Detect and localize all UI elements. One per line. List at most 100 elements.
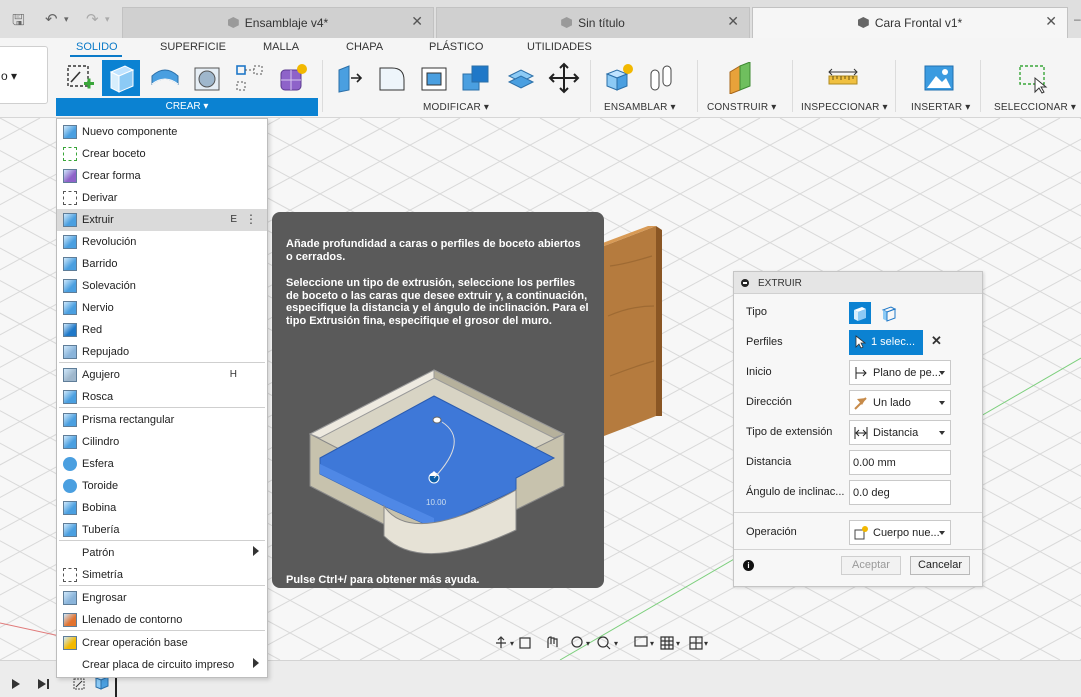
orbit-icon[interactable] (496, 636, 506, 648)
workspace-selector[interactable]: o ▾ (0, 46, 48, 104)
menu-item-crear-forma[interactable]: Crear forma (57, 165, 267, 187)
save-icon[interactable]: 🖫 (12, 10, 25, 35)
menu-item-tubería[interactable]: Tubería (57, 519, 267, 541)
insert-image-icon[interactable] (923, 62, 955, 94)
create-form-icon[interactable] (277, 62, 309, 94)
tab-solido[interactable]: SOLIDO (76, 41, 118, 53)
redo-icon[interactable]: ↷ (86, 10, 99, 28)
menu-item-repujado[interactable]: Repujado (57, 341, 267, 363)
seleccionar-group-label[interactable]: SELECCIONAR ▾ (994, 102, 1076, 113)
fillet-icon[interactable] (376, 62, 408, 94)
press-pull-icon[interactable] (333, 62, 365, 94)
measure-icon[interactable] (827, 62, 859, 94)
construir-group-label[interactable]: CONSTRUIR ▾ (707, 102, 776, 113)
profiles-select-button[interactable]: 1 selec... (849, 330, 923, 355)
skip-end-icon[interactable] (38, 679, 46, 689)
menu-item-toroide[interactable]: Toroide (57, 475, 267, 497)
dialog-header[interactable]: EXTRUIR (734, 272, 982, 294)
move-icon[interactable] (548, 62, 580, 94)
look-at-icon[interactable] (519, 637, 531, 649)
menu-item-llenado-de-contorno[interactable]: Llenado de contorno (57, 609, 267, 631)
close-icon[interactable]: ✕ (727, 13, 739, 30)
menu-item-nuevo-componente[interactable]: Nuevo componente (57, 121, 267, 143)
menu-item-extruir[interactable]: Extruir E ⋮ (57, 209, 267, 231)
inspeccionar-group-label[interactable]: INSPECCIONAR ▾ (801, 102, 888, 113)
fit-icon[interactable] (597, 636, 609, 648)
extrude-type-solid-icon[interactable] (849, 302, 871, 324)
close-icon[interactable]: ✕ (411, 13, 423, 30)
menu-item-prisma-rectangular[interactable]: Prisma rectangular (57, 409, 267, 431)
menu-item-solevación[interactable]: Solevación (57, 275, 267, 297)
select-icon[interactable] (1017, 62, 1049, 94)
modificar-group-label[interactable]: MODIFICAR ▾ (423, 102, 489, 113)
wood-panel-model[interactable] (596, 226, 666, 436)
menu-item-label: Extruir (82, 214, 114, 226)
menu-item-derivar[interactable]: Derivar (57, 187, 267, 209)
joint-icon[interactable] (646, 62, 678, 94)
loft-icon (63, 279, 77, 293)
menu-item-red[interactable]: Red (57, 319, 267, 341)
menu-item-esfera[interactable]: Esfera (57, 453, 267, 475)
tab-utilidades[interactable]: UTILIDADES (527, 41, 592, 53)
inicio-dropdown[interactable]: Plano de pe... (849, 360, 951, 385)
display-settings-icon[interactable] (634, 636, 648, 647)
menu-item-nervio[interactable]: Nervio (57, 297, 267, 319)
viewports-icon[interactable] (689, 636, 703, 650)
close-icon[interactable]: ✕ (1045, 13, 1057, 30)
distancia-input[interactable]: 0.00 mm (849, 450, 951, 475)
tipo-extension-dropdown[interactable]: Distancia (849, 420, 951, 445)
menu-item-bobina[interactable]: Bobina (57, 497, 267, 519)
revolve-icon[interactable] (149, 62, 181, 94)
angulo-input[interactable]: 0.0 deg (849, 480, 951, 505)
crear-group-button[interactable]: CREAR ▾ (56, 98, 318, 116)
tab-plastico[interactable]: PLÁSTICO (429, 41, 483, 53)
redo-dropdown-icon[interactable]: ▾ (105, 14, 110, 25)
ensamblar-group-label[interactable]: ENSAMBLAR ▾ (604, 102, 676, 113)
info-icon[interactable]: i (743, 560, 754, 571)
insertar-group-label[interactable]: INSERTAR ▾ (911, 102, 970, 113)
menu-item-engrosar[interactable]: Engrosar (57, 587, 267, 609)
menu-item-crear-operación-base[interactable]: Crear operación base (57, 632, 267, 654)
menu-item-simetría[interactable]: Simetría (57, 564, 267, 586)
collapse-icon[interactable] (741, 279, 749, 287)
undo-dropdown-icon[interactable]: ▾ (64, 14, 69, 25)
menu-item-label: Rosca (82, 391, 114, 403)
play-icon[interactable] (12, 679, 20, 689)
tab-chapa[interactable]: CHAPA (346, 41, 383, 53)
tab-ensamblaje[interactable]: Ensamblaje v4* ✕ (122, 7, 434, 38)
grid-settings-icon[interactable] (660, 636, 674, 650)
pattern-icon[interactable] (234, 62, 266, 94)
extrude-type-thin-icon[interactable] (878, 302, 900, 324)
menu-item-rosca[interactable]: Rosca (57, 386, 267, 408)
shell-icon[interactable] (418, 62, 450, 94)
offset-plane-icon[interactable] (724, 62, 756, 94)
undo-icon[interactable]: ↶ (45, 10, 58, 28)
ok-button[interactable]: Aceptar (841, 556, 901, 575)
menu-item-cilindro[interactable]: Cilindro (57, 431, 267, 453)
zoom-icon[interactable] (571, 636, 583, 648)
clear-selection-icon[interactable]: ✕ (931, 333, 942, 349)
new-tab-icon[interactable]: – (1074, 12, 1081, 26)
menu-item-barrido[interactable]: Barrido (57, 253, 267, 275)
direccion-dropdown[interactable]: Un lado (849, 390, 951, 415)
tab-cara-frontal[interactable]: Cara Frontal v1* ✕ (752, 7, 1068, 38)
pan-icon[interactable] (547, 636, 558, 648)
cancel-button[interactable]: Cancelar (910, 556, 970, 575)
menu-item-crear-placa-de-circuito-impreso[interactable]: Crear placa de circuito impreso (57, 654, 267, 676)
menu-item-patrón[interactable]: Patrón (57, 542, 267, 564)
svg-text:▾: ▾ (676, 639, 680, 648)
move-body-icon[interactable] (505, 62, 537, 94)
tab-malla[interactable]: MALLA (263, 41, 299, 53)
menu-item-agujero[interactable]: Agujero H (57, 364, 267, 386)
tab-superficie[interactable]: SUPERFICIE (160, 41, 226, 53)
operacion-dropdown[interactable]: Cuerpo nue... (849, 520, 951, 545)
extrude-icon[interactable] (105, 62, 137, 94)
hole-icon[interactable] (191, 62, 223, 94)
new-component-icon[interactable] (603, 62, 635, 94)
create-sketch-icon[interactable] (64, 62, 96, 94)
menu-item-revolución[interactable]: Revolución (57, 231, 267, 253)
more-options-icon[interactable]: ⋮ (245, 212, 257, 226)
menu-item-crear-boceto[interactable]: Crear boceto (57, 143, 267, 165)
combine-icon[interactable] (460, 62, 492, 94)
tab-sin-titulo[interactable]: Sin título ✕ (436, 7, 750, 38)
